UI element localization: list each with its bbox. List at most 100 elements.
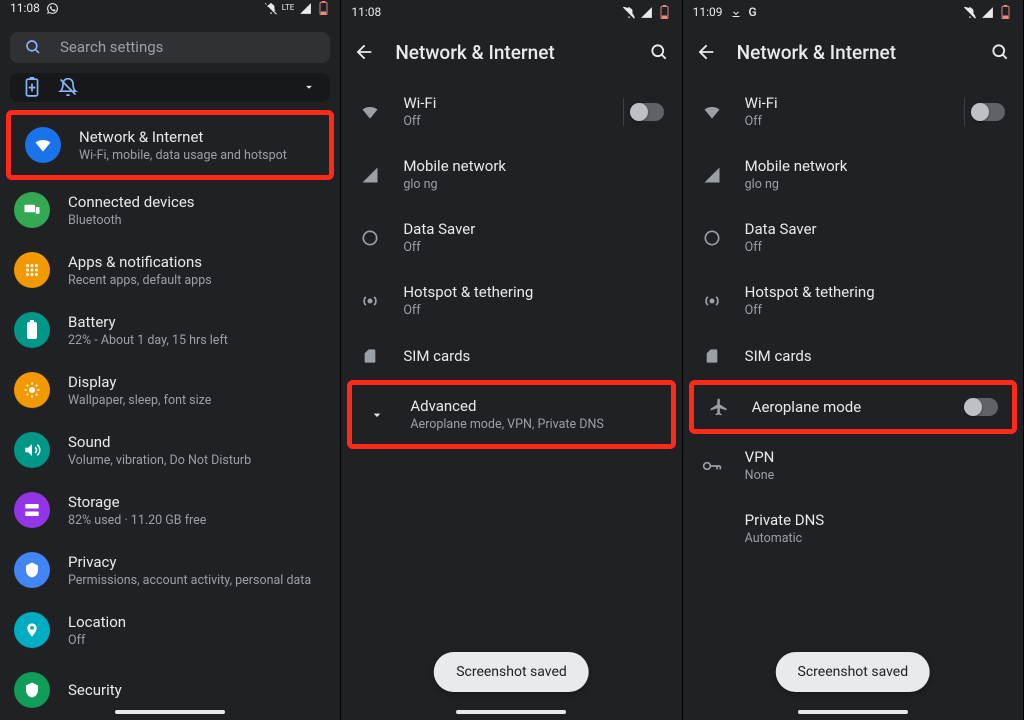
navigation-handle[interactable] [115, 710, 225, 714]
item-title: Mobile network [745, 157, 848, 175]
item-title: Data Saver [745, 220, 817, 238]
sidebar-item-privacy[interactable]: Privacy Permissions, account activity, pe… [0, 540, 340, 600]
search-button[interactable] [648, 41, 670, 63]
item-vpn[interactable]: VPNNone [683, 434, 1023, 497]
status-card[interactable] [10, 73, 330, 102]
item-title: Storage [68, 493, 206, 511]
download-icon [729, 5, 743, 19]
page-title: Network & Internet [395, 41, 554, 64]
toast-text: Screenshot saved [798, 664, 909, 680]
screenshot-toast[interactable]: Screenshot saved [776, 652, 931, 692]
signal-icon [701, 166, 723, 184]
item-sub: None [745, 468, 775, 483]
item-title: Advanced [410, 397, 603, 415]
item-sub: Off [68, 633, 126, 648]
item-title: Wi-Fi [745, 94, 778, 112]
sidebar-item-battery[interactable]: Battery22% - About 1 day, 15 hrs left [0, 300, 340, 360]
item-private-dns[interactable]: Private DNSAutomatic [683, 497, 1023, 560]
wifi-icon [701, 102, 723, 122]
item-sub: Bluetooth [68, 213, 195, 228]
navigation-handle[interactable] [798, 710, 908, 714]
item-wifi[interactable]: Wi-FiOff [683, 80, 1023, 143]
header: Network & Internet [341, 24, 681, 80]
battery-saver-icon [24, 77, 40, 97]
sidebar-item-storage[interactable]: Storage82% used · 11.20 GB free [0, 480, 340, 540]
item-title: Hotspot & tethering [403, 283, 533, 301]
sidebar-item-sound[interactable]: Sound Volume, vibration, Do Not Disturb [0, 420, 340, 480]
wifi-icon [359, 102, 381, 122]
item-title: SIM cards [403, 347, 470, 365]
header: Network & Internet [683, 24, 1023, 80]
status-time: 11:08 [351, 5, 381, 19]
google-g-icon: G [749, 5, 757, 19]
sidebar-item-connected-devices[interactable]: Connected devicesBluetooth [0, 180, 340, 240]
sidebar-item-network-internet[interactable]: Network & InternetWi-Fi, mobile, data us… [11, 115, 329, 175]
vpn-icon [701, 459, 723, 473]
item-aeroplane-mode[interactable]: Aeroplane mode [694, 385, 1012, 429]
wifi-toggle[interactable] [971, 103, 1005, 121]
battery-low-icon [316, 1, 330, 15]
toast-text: Screenshot saved [456, 664, 567, 680]
item-hotspot[interactable]: Hotspot & tethering Off [341, 269, 681, 332]
item-sub: Off [403, 240, 475, 255]
sidebar-item-apps[interactable]: Apps & notificationsRecent apps, default… [0, 240, 340, 300]
bell-off-icon [963, 5, 977, 19]
signal-icon [981, 5, 995, 19]
sim-icon [701, 346, 723, 366]
item-sub: Off [745, 240, 817, 255]
whatsapp-icon [46, 1, 60, 15]
item-wifi[interactable]: Wi-Fi Off [341, 80, 681, 143]
devices-icon [14, 192, 50, 228]
signal-icon [359, 166, 381, 184]
navigation-handle[interactable] [456, 710, 566, 714]
item-sim-cards[interactable]: SIM cards [341, 332, 681, 380]
sidebar-item-location[interactable]: LocationOff [0, 600, 340, 660]
wifi-icon [25, 127, 61, 163]
divider [964, 98, 965, 126]
chevron-down-icon [366, 407, 388, 423]
item-title: Mobile network [403, 157, 506, 175]
item-data-saver[interactable]: Data SaverOff [341, 206, 681, 269]
item-sub: glo ng [403, 177, 506, 192]
page-title: Network & Internet [737, 41, 896, 64]
sidebar-item-display[interactable]: DisplayWallpaper, sleep, font size [0, 360, 340, 420]
wifi-toggle[interactable] [630, 103, 664, 121]
item-advanced[interactable]: Advanced Aeroplane mode, VPN, Private DNS [352, 385, 670, 444]
screenshot-toast[interactable]: Screenshot saved [434, 652, 589, 692]
aeroplane-toggle[interactable] [964, 398, 998, 416]
chevron-down-icon [302, 80, 316, 94]
lte-label: LTE [282, 4, 295, 12]
item-title: Private DNS [745, 511, 825, 529]
item-sub: Off [403, 114, 436, 129]
apps-icon [14, 252, 50, 288]
item-title: Privacy [68, 553, 311, 571]
item-sim-cards[interactable]: SIM cards [683, 332, 1023, 380]
back-button[interactable] [695, 41, 717, 63]
item-sub: Off [403, 303, 533, 318]
item-title: Sound [68, 433, 251, 451]
item-sub: Volume, vibration, Do Not Disturb [68, 453, 251, 468]
highlight-advanced: Advanced Aeroplane mode, VPN, Private DNS [347, 380, 675, 449]
sim-icon [359, 346, 381, 366]
back-button[interactable] [353, 41, 375, 63]
signal-icon [640, 5, 654, 19]
item-sub: Aeroplane mode, VPN, Private DNS [410, 417, 603, 432]
sound-icon [14, 432, 50, 468]
item-title: Wi-Fi [403, 94, 436, 112]
item-hotspot[interactable]: Hotspot & tetheringOff [683, 269, 1023, 332]
item-title: Aeroplane mode [752, 398, 862, 416]
divider [623, 98, 624, 126]
item-mobile-network[interactable]: Mobile network glo ng [341, 143, 681, 206]
item-data-saver[interactable]: Data Saver Off [683, 206, 1023, 269]
privacy-icon [14, 552, 50, 588]
item-sub: Recent apps, default apps [68, 273, 212, 288]
item-title: Network & Internet [79, 128, 287, 146]
battery-low-icon [999, 5, 1013, 19]
item-sub: glo ng [745, 177, 848, 192]
item-mobile-network[interactable]: Mobile network glo ng [683, 143, 1023, 206]
search-settings[interactable]: Search settings [10, 32, 330, 63]
item-sub: Permissions, account activity, personal … [68, 573, 311, 588]
item-title: Display [68, 373, 211, 391]
search-button[interactable] [989, 41, 1011, 63]
item-title: SIM cards [745, 347, 812, 365]
